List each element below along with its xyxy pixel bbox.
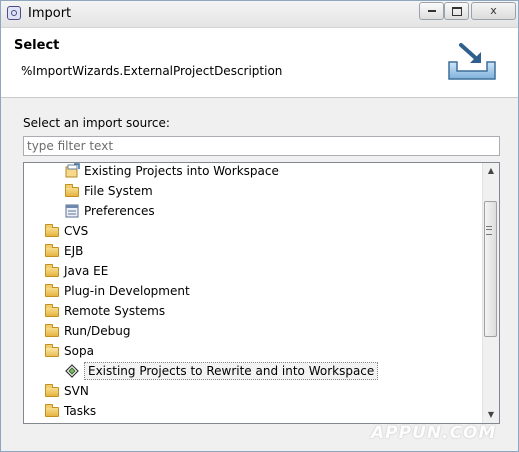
wizard-header: Select %ImportWizards.ExternalProjectDes… (1, 28, 518, 98)
scrollbar-thumb[interactable] (484, 201, 497, 337)
tree-item-label: Existing Projects to Rewrite and into Wo… (84, 362, 379, 380)
folder-icon (44, 283, 60, 299)
sopa-project-icon (64, 363, 80, 379)
scroll-up-icon[interactable]: ▲ (483, 163, 499, 179)
project-import-icon (64, 163, 80, 179)
tree-item-label: File System (84, 184, 153, 198)
maximize-button[interactable] (444, 2, 469, 20)
tree-item[interactable]: Existing Projects to Rewrite and into Wo… (64, 361, 379, 381)
wizard-body: Select an import source: Existing Projec… (1, 98, 518, 451)
tree-item[interactable]: Plug-in Development (44, 281, 190, 301)
scroll-down-icon[interactable]: ▼ (483, 407, 499, 423)
maximize-icon (451, 6, 462, 16)
tree-item[interactable]: Existing Projects into Workspace (64, 163, 279, 181)
tree-item-label: Plug-in Development (64, 284, 190, 298)
folder-icon (44, 243, 60, 259)
close-icon: x (490, 4, 497, 17)
tree-item-label: Preferences (84, 204, 155, 218)
import-source-label: Select an import source: (23, 116, 170, 130)
folder-icon (64, 183, 80, 199)
minimize-icon (427, 10, 436, 12)
folder-icon (44, 383, 60, 399)
folder-open-icon (44, 343, 60, 359)
tree-item-label: Remote Systems (64, 304, 166, 318)
folder-icon (44, 303, 60, 319)
tree-item[interactable]: File System (64, 181, 153, 201)
tree-item[interactable]: Remote Systems (44, 301, 165, 321)
tree-item-label: Tasks (64, 404, 97, 418)
preferences-icon (64, 203, 80, 219)
tree-item[interactable]: EJB (44, 241, 83, 261)
eclipse-app-icon (7, 6, 21, 20)
tree-item-label: Java EE (64, 264, 109, 278)
tree-item-label: Sopa (64, 344, 94, 358)
folder-icon (44, 223, 60, 239)
tree-item[interactable]: Preferences (64, 201, 155, 221)
tree-item[interactable]: CVS (44, 221, 88, 241)
folder-icon (44, 323, 60, 339)
tree-item-label: EJB (64, 244, 84, 258)
import-dialog: Import x Select %ImportWizards.ExternalP… (0, 0, 519, 452)
tree-item-label: SVN (64, 384, 89, 398)
tree-item[interactable]: Run/Debug (44, 321, 131, 341)
tree-item[interactable]: Java EE (44, 261, 108, 281)
tree-item-label: Existing Projects into Workspace (84, 164, 279, 178)
page-description: %ImportWizards.ExternalProjectDescriptio… (21, 64, 283, 78)
folder-icon (44, 263, 60, 279)
import-source-tree[interactable]: Existing Projects into Workspace File Sys… (23, 162, 500, 424)
watermark: APPUN.COM (371, 423, 497, 443)
window-title: Import (28, 6, 72, 21)
minimize-button[interactable] (419, 2, 444, 20)
close-button[interactable]: x (471, 2, 516, 20)
tree-item-label: CVS (64, 224, 89, 238)
vertical-scrollbar[interactable]: ▲ ▼ (482, 163, 499, 423)
page-title: Select (14, 38, 60, 53)
tree-item[interactable]: Tasks (44, 401, 96, 421)
folder-icon (44, 403, 60, 419)
import-wizard-icon (448, 43, 496, 80)
scrollbar-grip-icon (486, 226, 492, 235)
tree-item[interactable]: Sopa (44, 341, 94, 361)
title-bar[interactable]: Import x (1, 1, 518, 28)
tree-item[interactable]: SVN (44, 381, 89, 401)
filter-input[interactable] (23, 136, 500, 156)
tree-item-label: Run/Debug (64, 324, 131, 338)
